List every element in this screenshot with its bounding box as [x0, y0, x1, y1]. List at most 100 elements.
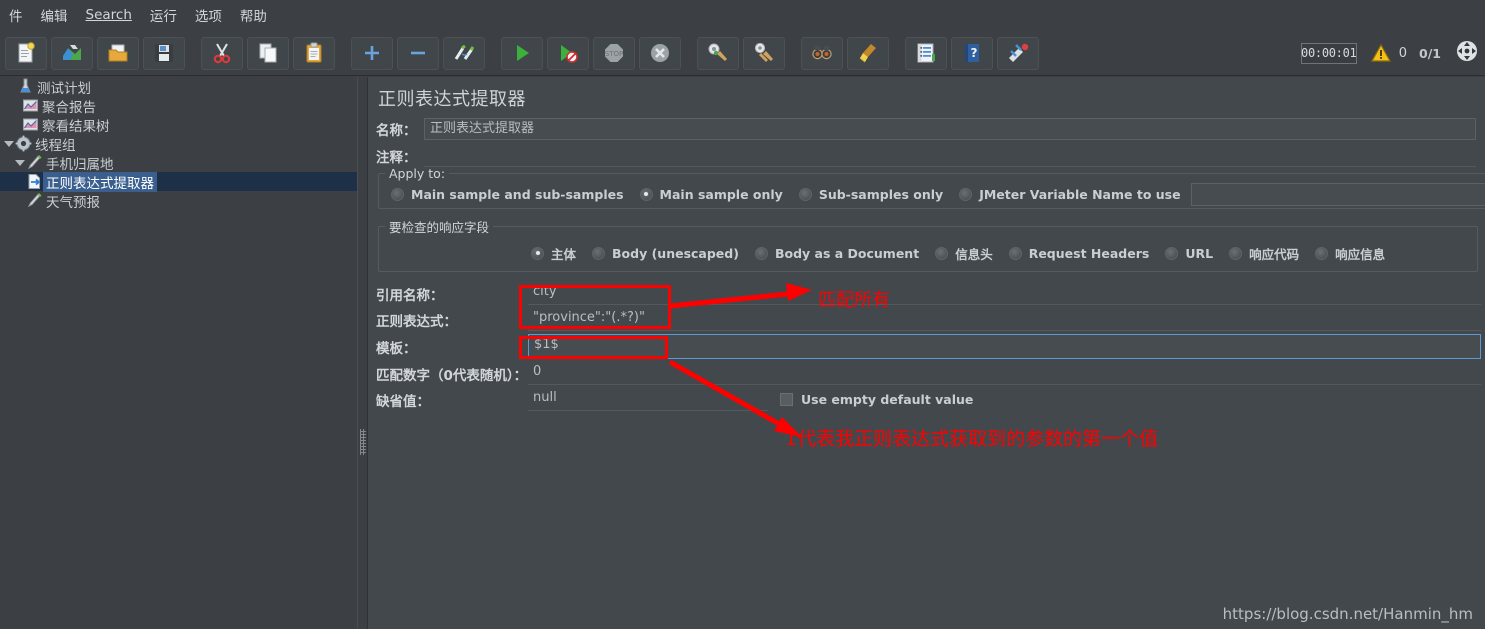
warning-indicator[interactable]: 0 [1370, 44, 1408, 62]
radio-body-unescaped[interactable] [592, 246, 606, 260]
new-icon[interactable] [5, 36, 47, 70]
name-row: 名称： 正则表达式提取器 [376, 118, 1481, 140]
ref-name-label: 引用名称： [376, 287, 444, 304]
radio-jmeter-variable[interactable] [959, 187, 973, 201]
expand-icon[interactable] [351, 36, 393, 70]
radio-body[interactable] [531, 246, 544, 260]
radio-response-message[interactable] [1315, 246, 1329, 260]
open-icon[interactable] [97, 36, 139, 70]
menu-search-label: Search [85, 7, 132, 23]
comment-input[interactable] [424, 145, 1476, 167]
toolbar-separator-2 [337, 37, 349, 70]
watermark-text: https://blog.csdn.net/Hanmin_hm [1222, 605, 1473, 623]
start-no-pauses-icon[interactable] [547, 36, 589, 70]
copy-icon[interactable] [247, 36, 289, 70]
menu-item-search[interactable]: Search [77, 4, 141, 27]
radio-main-sample-only[interactable] [639, 187, 653, 201]
warning-triangle-icon [1370, 44, 1391, 62]
tree-item-label: 正则表达式提取器 [43, 171, 157, 192]
regex-input[interactable]: "province":"(.*?)" [528, 308, 1481, 331]
elapsed-timer: 00:00:01 [1300, 42, 1357, 64]
name-label: 名称： [376, 123, 417, 139]
tree-item-label: 天气预报 [46, 194, 100, 211]
test-plan-tree[interactable]: 测试计划 聚合报告 察看结果树 线程组 手机归属地 正则表达式提取器 天气预报 [0, 77, 357, 629]
menu-item-help[interactable]: 帮助 [231, 2, 276, 29]
tree-item-aggregate-report[interactable]: 聚合报告 [0, 96, 357, 116]
jmeter-variable-input[interactable] [1190, 182, 1485, 206]
tree-item-thread-group[interactable]: 线程组 [0, 134, 357, 154]
paste-icon[interactable] [293, 36, 335, 70]
tree-item-label: 聚合报告 [42, 99, 96, 116]
regex-label: 正则表达式： [376, 313, 457, 330]
regex-extractor-icon [28, 174, 41, 189]
regex-row: 正则表达式： "province":"(.*?)" [376, 308, 1481, 331]
test-plan-icon [20, 78, 31, 93]
annotation-text-match-all: 匹配所有 [818, 290, 890, 311]
chevron-down-icon[interactable] [2, 137, 15, 150]
jmeter-window: 件 编辑 Search 运行 选项 帮助 STOP ? 00:00:01 0 0… [0, 0, 1485, 629]
radio-label: 响应信息 [1335, 246, 1386, 262]
radio-request-headers[interactable] [1008, 246, 1022, 260]
template-label: 模板： [376, 340, 417, 357]
comment-label: 注释： [376, 150, 417, 166]
help-icon[interactable]: ? [951, 36, 993, 70]
search-icon[interactable] [801, 36, 843, 70]
use-empty-default-checkbox[interactable] [780, 393, 793, 406]
radio-label: Sub-samples only [818, 186, 944, 202]
menu-item-options[interactable]: 选项 [186, 2, 231, 29]
toolbar-separator-5 [787, 37, 799, 70]
chevron-down-icon[interactable] [13, 156, 26, 169]
ref-name-input[interactable]: city [528, 282, 1481, 305]
collapse-icon[interactable] [397, 36, 439, 70]
reset-search-icon[interactable] [847, 36, 889, 70]
warning-count: 0 [1398, 45, 1408, 61]
tree-item-view-results-tree[interactable]: 察看结果树 [0, 115, 357, 135]
match-number-row: 匹配数字（0代表随机）： 0 [376, 362, 1481, 385]
split-pane-grip[interactable] [360, 429, 366, 455]
split-pane-divider[interactable] [357, 77, 368, 629]
clear-all-icon[interactable] [743, 36, 785, 70]
http-sampler-icon [27, 155, 42, 170]
tree-item-label: 察看结果树 [42, 118, 110, 135]
menu-item-edit[interactable]: 编辑 [32, 2, 77, 29]
radio-body-as-document[interactable] [754, 246, 768, 260]
view-results-tree-icon [23, 118, 38, 131]
thread-group-icon [15, 135, 32, 152]
start-icon[interactable] [501, 36, 543, 70]
radio-main-sample-and-sub[interactable] [391, 187, 404, 201]
match-number-input[interactable]: 0 [528, 362, 1481, 385]
radio-response-code[interactable] [1229, 246, 1243, 260]
expand-arrows-icon[interactable] [1455, 39, 1479, 67]
function-helper-icon[interactable] [905, 36, 947, 70]
radio-label: 信息头 [955, 246, 993, 262]
templates-icon[interactable] [51, 36, 93, 70]
stop-icon[interactable]: STOP [593, 36, 635, 70]
active-thread-count: 0/1 [1419, 45, 1441, 61]
toggle-icon[interactable] [443, 36, 485, 70]
match-number-label: 匹配数字（0代表随机）： [376, 367, 528, 384]
svg-text:STOP: STOP [605, 50, 623, 58]
radio-url[interactable] [1165, 246, 1179, 260]
undo-redo-icon[interactable] [997, 36, 1039, 70]
radio-headers[interactable] [935, 246, 949, 260]
tree-item-regex-extractor[interactable]: 正则表达式提取器 [0, 171, 357, 192]
tree-item-test-plan[interactable]: 测试计划 [0, 77, 357, 97]
tree-item-label: 测试计划 [37, 80, 91, 97]
toolbar-separator-6 [891, 37, 903, 70]
radio-label: JMeter Variable Name to use [979, 186, 1181, 202]
radio-label: 响应代码 [1249, 246, 1300, 262]
page-title: 正则表达式提取器 [378, 89, 526, 110]
shutdown-icon[interactable] [639, 36, 681, 70]
menu-item-run[interactable]: 运行 [141, 2, 186, 29]
radio-label: Body as a Document [774, 245, 920, 261]
tree-item-phone-location[interactable]: 手机归属地 [0, 153, 357, 173]
template-input[interactable]: $1$ [528, 334, 1481, 359]
radio-sub-samples-only[interactable] [798, 187, 812, 201]
name-input[interactable]: 正则表达式提取器 [424, 118, 1476, 140]
menu-item-file[interactable]: 件 [0, 2, 32, 29]
clear-icon[interactable] [697, 36, 739, 70]
cut-icon[interactable] [201, 36, 243, 70]
save-icon[interactable] [143, 36, 185, 70]
default-value-input[interactable]: null [528, 388, 768, 411]
tree-item-weather[interactable]: 天气预报 [0, 191, 357, 211]
